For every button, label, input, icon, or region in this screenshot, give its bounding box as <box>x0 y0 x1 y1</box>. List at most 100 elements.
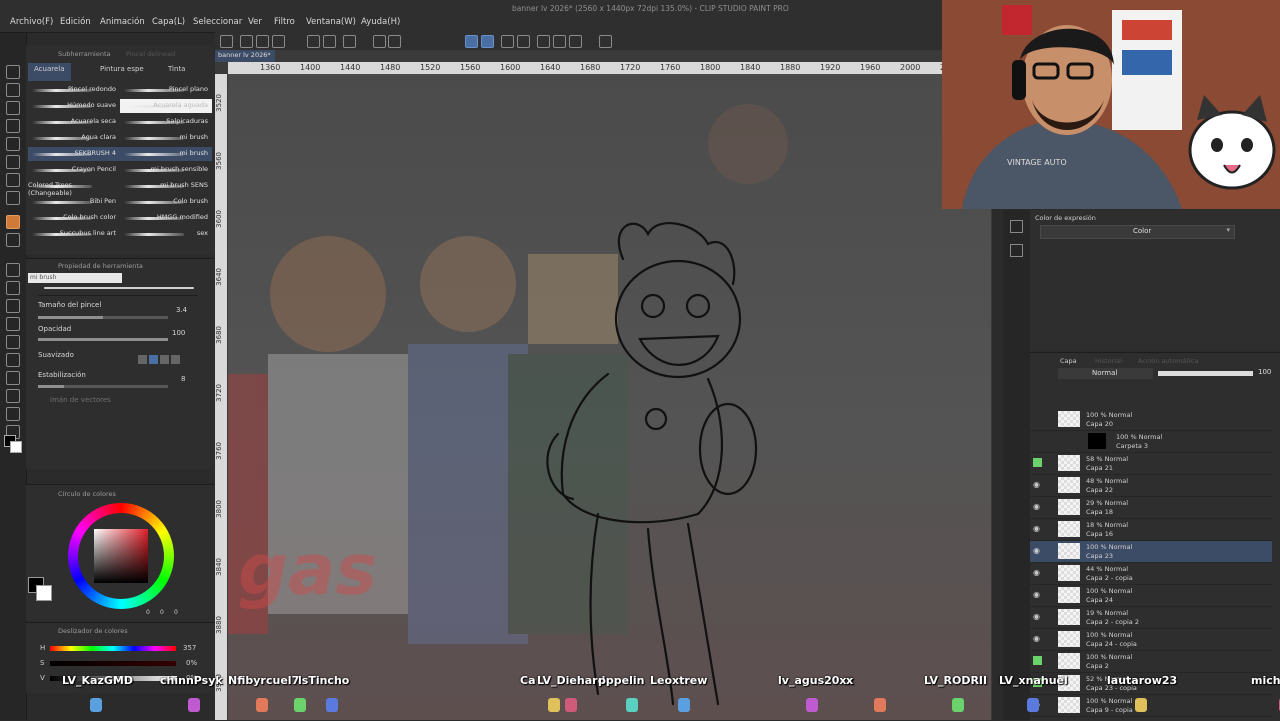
export-icon[interactable] <box>272 35 285 48</box>
layer-opacity-value[interactable]: 100 <box>1258 368 1271 376</box>
layer-icon[interactable] <box>599 35 612 48</box>
layer-row[interactable]: ◉ 48 % Normal Capa 22 <box>1030 475 1272 497</box>
menu-seleccionar[interactable]: Seleccionar <box>193 17 242 27</box>
hue-slider[interactable] <box>50 646 176 651</box>
eye-icon[interactable] <box>1033 414 1042 423</box>
gradient-tool-icon[interactable] <box>6 317 20 331</box>
brush-item[interactable]: mi brush <box>120 131 212 145</box>
move-tool-icon[interactable] <box>6 119 20 133</box>
layer-row[interactable]: 58 % Normal Capa 21 <box>1030 453 1272 475</box>
operation-tool-icon[interactable] <box>6 83 20 97</box>
brush-item[interactable]: HMGG modified <box>120 211 212 225</box>
pen-tool-icon[interactable] <box>6 173 20 187</box>
menu-filtro[interactable]: Filtro <box>274 17 295 27</box>
frame-tool-icon[interactable] <box>6 353 20 367</box>
eye-icon[interactable]: ◉ <box>1033 634 1042 643</box>
pencil-tool-icon[interactable] <box>6 191 20 205</box>
brush-item[interactable]: Succubus line art <box>28 227 120 241</box>
layer-row[interactable]: 100 % Normal Carpeta 3 <box>1030 431 1272 453</box>
layer-row[interactable]: ◉ 19 % Normal Capa 2 - copia 2 <box>1030 607 1272 629</box>
new-file-icon[interactable] <box>220 35 233 48</box>
layer-row[interactable]: ◉ 18 % Normal Capa 16 <box>1030 519 1272 541</box>
stabilization-slider[interactable] <box>38 385 168 388</box>
tab-layer[interactable]: Capa <box>1060 357 1077 365</box>
layer-row[interactable]: 100 % Normal Capa 2 <box>1030 651 1272 673</box>
brush-item[interactable]: mi brush <box>120 147 212 161</box>
hue-ring[interactable] <box>68 503 174 609</box>
brush-tool-icon[interactable] <box>6 215 20 229</box>
brush-item[interactable]: Agua clara <box>28 131 120 145</box>
redo-icon[interactable] <box>323 35 336 48</box>
brush-item[interactable]: sex <box>120 227 212 241</box>
airbrush-tool-icon[interactable] <box>6 233 20 247</box>
layer-row[interactable]: ◉ 100 % Normal Capa 24 <box>1030 585 1272 607</box>
saturation-square[interactable] <box>94 529 148 583</box>
tab-auto-action[interactable]: Acción automática <box>1138 357 1198 365</box>
layer-opacity-slider[interactable] <box>1158 371 1253 376</box>
brush-item[interactable]: Salpicaduras <box>120 115 212 129</box>
grid-icon[interactable] <box>569 35 582 48</box>
zoom-tool-icon[interactable] <box>6 65 20 79</box>
save-icon[interactable] <box>256 35 269 48</box>
tab-history[interactable]: Historial <box>1095 357 1122 365</box>
eye-icon[interactable]: ◉ <box>1033 524 1042 533</box>
brush-item[interactable]: Pincel redondo <box>28 83 120 97</box>
snap-ruler-icon[interactable] <box>465 35 478 48</box>
pen-icon[interactable] <box>501 35 514 48</box>
figure-tool-icon[interactable] <box>6 335 20 349</box>
sub-color-icon[interactable] <box>36 585 52 601</box>
ruler-tool-icon[interactable] <box>6 371 20 385</box>
color-expression-select[interactable]: Color ▾ <box>1040 225 1235 239</box>
magic-wand-tool-icon[interactable] <box>6 155 20 169</box>
brush-item[interactable]: mi brush SENS <box>120 179 212 193</box>
menu-ayuda[interactable]: Ayuda(H) <box>361 17 400 27</box>
brush-item[interactable]: Colo brush <box>120 195 212 209</box>
menu-ventana[interactable]: Ventana(W) <box>306 17 356 27</box>
opacity-value[interactable]: 100 <box>172 329 185 337</box>
brush-item[interactable]: mi brush sensible <box>120 163 212 177</box>
crop-icon[interactable] <box>517 35 530 48</box>
brush-item[interactable]: Bibi Pen <box>28 195 120 209</box>
menu-archivo[interactable]: Archivo(F) <box>10 17 53 27</box>
eraser-tool-icon[interactable] <box>6 263 20 277</box>
opacity-slider[interactable] <box>38 338 168 341</box>
ruler-icon[interactable] <box>553 35 566 48</box>
smoothing-options[interactable] <box>138 349 198 364</box>
eye-icon[interactable]: ◉ <box>1033 502 1042 511</box>
canvas-tab[interactable]: banner lv 2026* <box>215 50 275 62</box>
canvas-document[interactable]: gas <box>228 74 991 720</box>
resize-icon[interactable] <box>537 35 550 48</box>
layer-row[interactable]: ◉ 44 % Normal Capa 2 - copia <box>1030 563 1272 585</box>
size-slider[interactable] <box>38 316 168 319</box>
layer-property-icon[interactable] <box>1010 244 1023 257</box>
blend-mode-select[interactable]: Normal <box>1058 368 1153 379</box>
brush-item[interactable]: Húmedo suave <box>28 99 120 113</box>
eyedropper-tool-icon[interactable] <box>6 101 20 115</box>
blend-tool-icon[interactable] <box>6 281 20 295</box>
brush-item[interactable]: Pincel plano <box>120 83 212 97</box>
layer-row[interactable]: 100 % Normal Capa 20 <box>1030 409 1272 431</box>
saturation-slider[interactable] <box>50 661 176 666</box>
subtool-header[interactable]: Subherramienta <box>58 50 111 58</box>
text-tool-icon[interactable] <box>6 389 20 403</box>
sub-color-swatch[interactable] <box>10 441 22 453</box>
brush-item[interactable]: Acuarela seca <box>28 115 120 129</box>
tab-acuarela[interactable]: Acuarela <box>28 63 71 81</box>
balloon-tool-icon[interactable] <box>6 407 20 421</box>
undo-icon[interactable] <box>307 35 320 48</box>
lasso-tool-icon[interactable] <box>6 137 20 151</box>
brush-item[interactable]: Colo brush color <box>28 211 120 225</box>
snap-grid-icon[interactable] <box>481 35 494 48</box>
stabilization-value[interactable]: 8 <box>181 375 185 383</box>
menu-edicion[interactable]: Edición <box>60 17 91 27</box>
fill-tool-icon[interactable] <box>6 299 20 313</box>
menu-animacion[interactable]: Animación <box>100 17 145 27</box>
size-value[interactable]: 3.4 <box>176 306 187 314</box>
tab-tinta[interactable]: Tinta <box>162 63 191 81</box>
brush-item[interactable]: Crayon Pencil <box>28 163 120 177</box>
eye-icon[interactable] <box>1033 656 1042 665</box>
brush-item[interactable]: Colored Trees (Changeable) <box>28 179 120 197</box>
eye-icon[interactable] <box>1033 458 1042 467</box>
eye-icon[interactable]: ◉ <box>1033 590 1042 599</box>
menu-ver[interactable]: Ver <box>248 17 262 27</box>
